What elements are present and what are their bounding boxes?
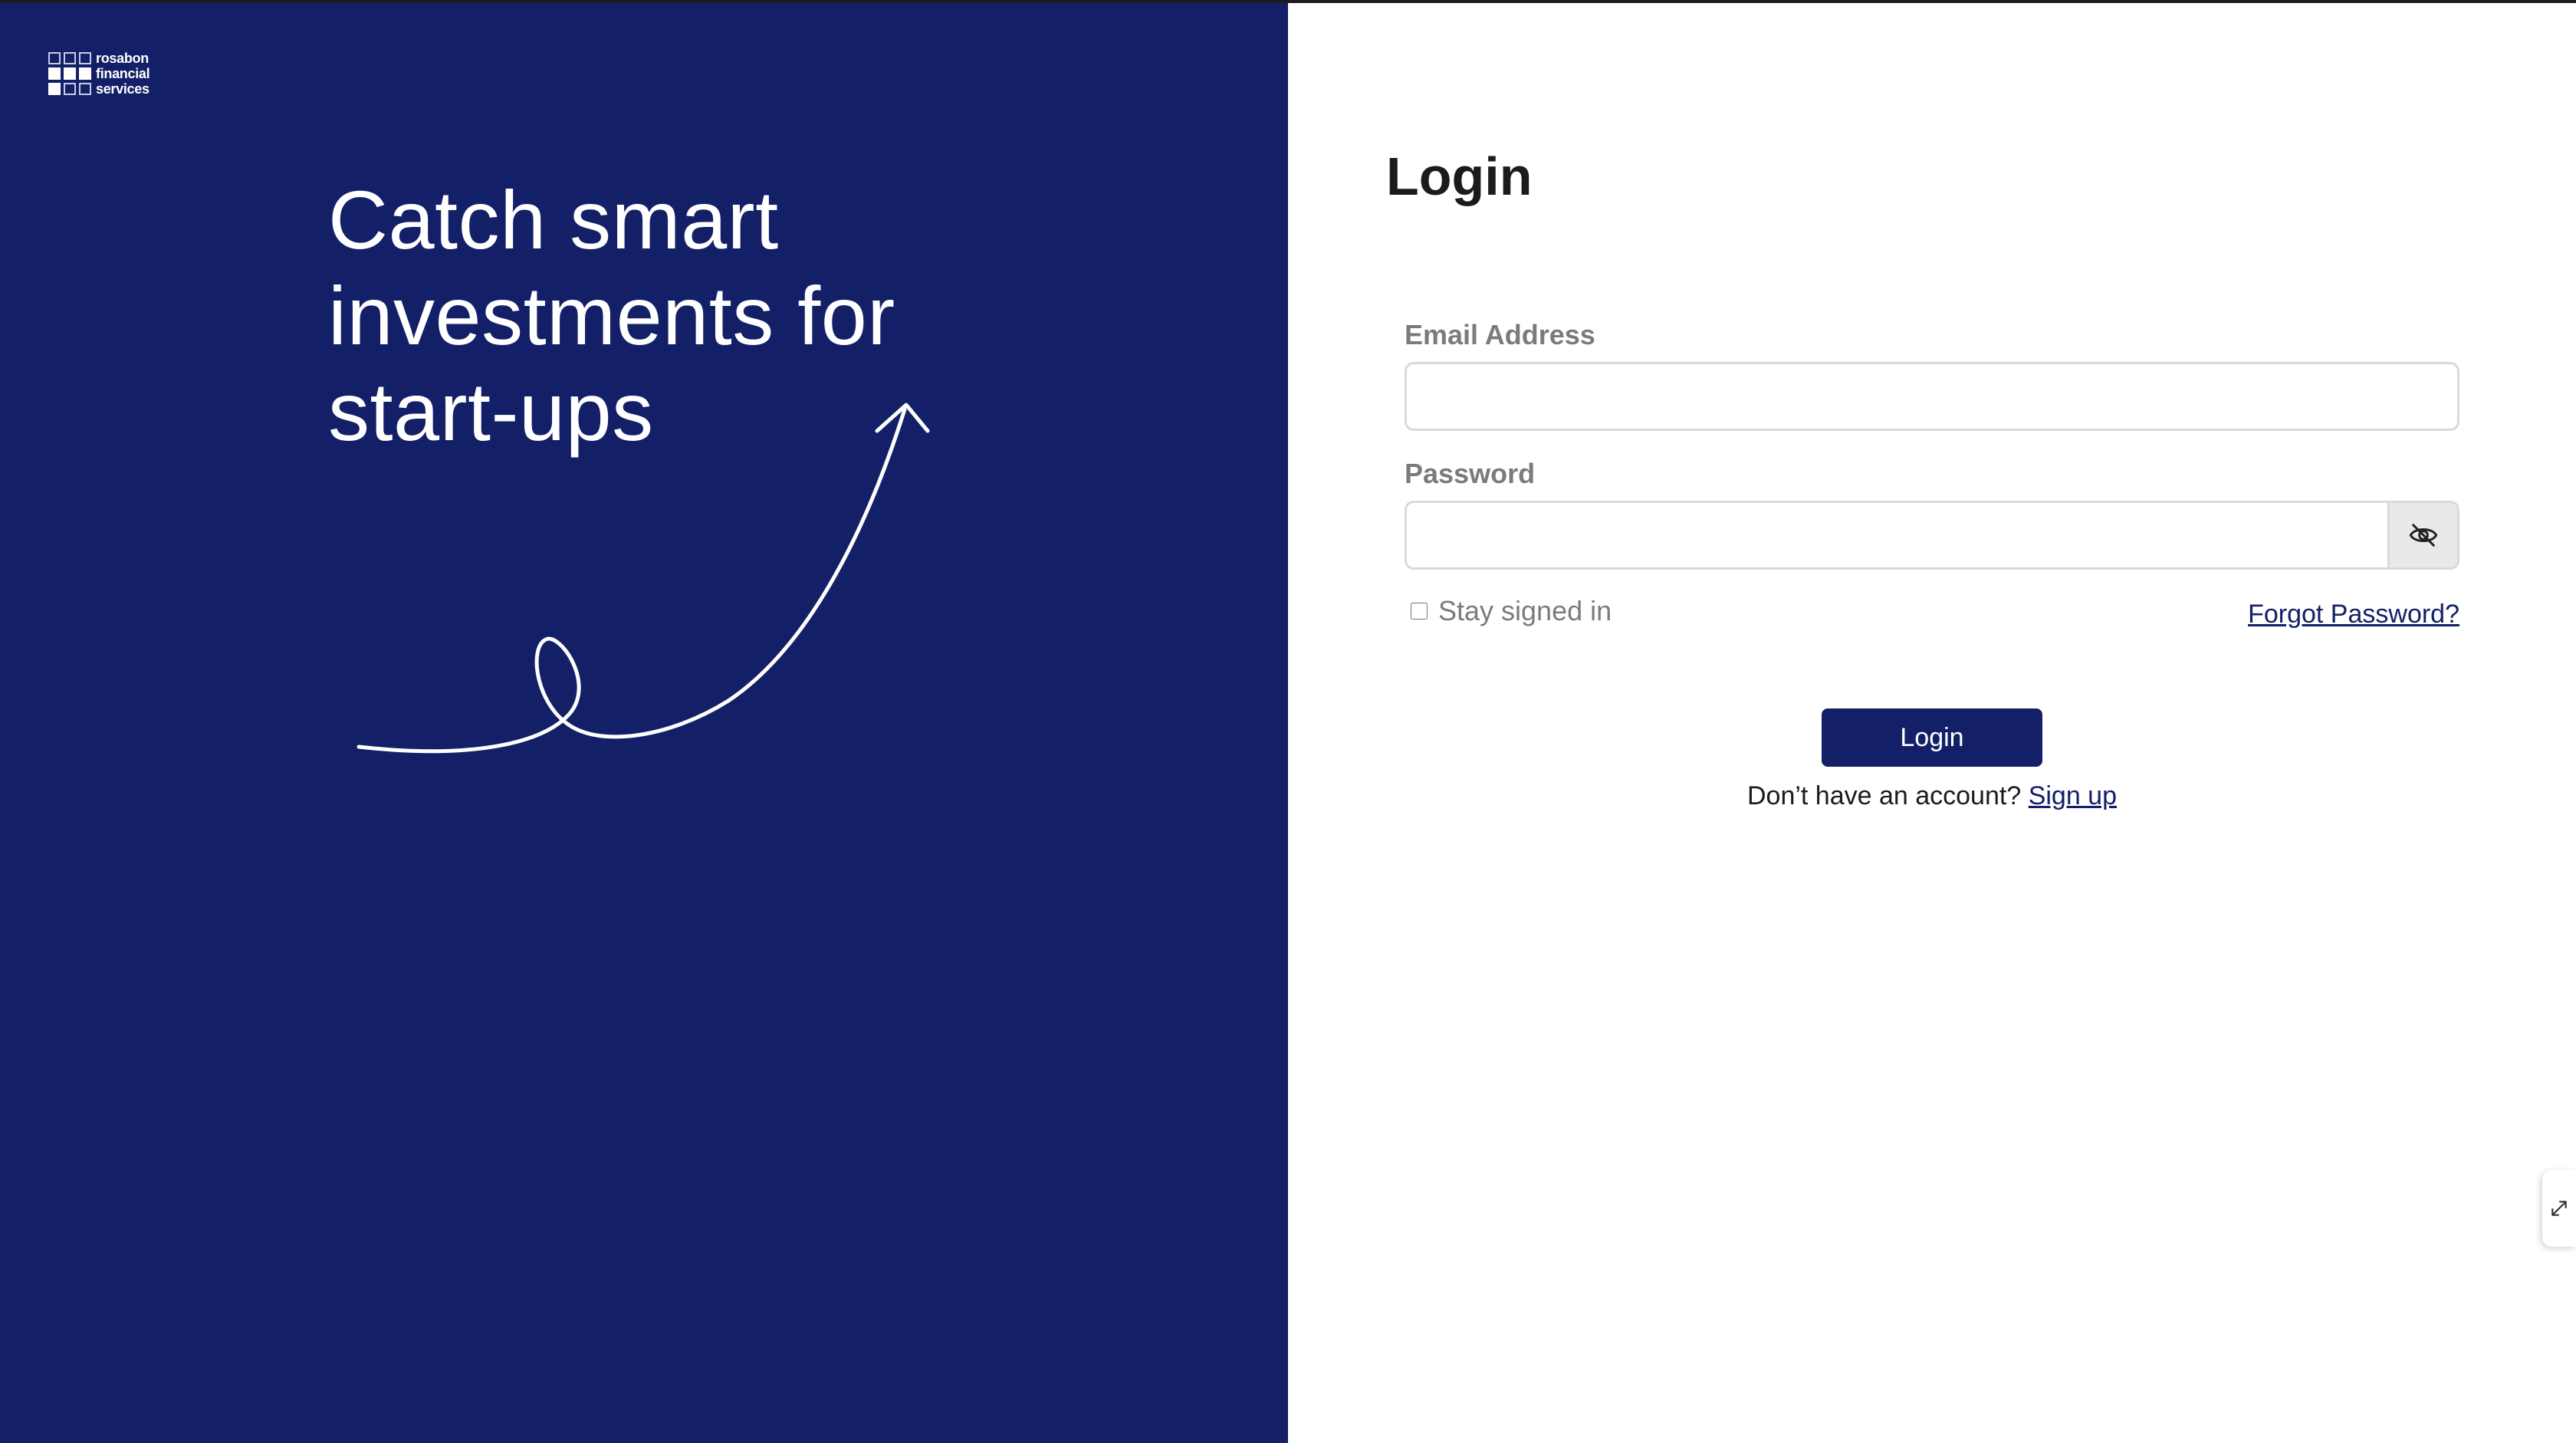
eye-off-icon	[2409, 524, 2438, 547]
login-panel: Login Email Address Password Stay signed…	[1288, 3, 2576, 1443]
curly-arrow-icon	[356, 403, 930, 754]
logo-line: rosabon	[96, 51, 149, 66]
stay-signed-in-label: Stay signed in	[1438, 595, 1612, 626]
hero-headline-line: investments for	[328, 269, 895, 362]
logo-line: financial	[96, 66, 150, 81]
signup-prompt-text: Don’t have an account?	[1746, 781, 2022, 810]
login-button[interactable]: Login	[1822, 708, 2042, 767]
email-label: Email Address	[1405, 319, 1595, 350]
password-label: Password	[1405, 458, 1536, 489]
password-visibility-toggle[interactable]	[2387, 503, 2457, 567]
logo-wordmark: rosabon financial services	[96, 51, 150, 97]
expand-diagonal-icon	[2551, 1201, 2567, 1216]
password-field-group	[1405, 501, 2459, 570]
page-title: Login	[1386, 146, 1533, 206]
forgot-password-link[interactable]: Forgot Password?	[2248, 600, 2459, 629]
stay-signed-in-option[interactable]: Stay signed in	[1411, 595, 1612, 627]
side-widget-tab[interactable]	[2542, 1170, 2576, 1247]
brand-panel: rosabon financial services Catch smart i…	[0, 3, 1288, 1443]
signup-prompt-line: Don’t have an account? Sign up	[1288, 781, 2576, 811]
company-logo[interactable]: rosabon financial services	[48, 51, 150, 97]
grid-logo-icon	[48, 52, 91, 95]
email-field[interactable]	[1405, 362, 2459, 431]
signup-link[interactable]: Sign up	[2029, 781, 2117, 810]
password-field[interactable]	[1407, 503, 2387, 567]
stay-signed-in-checkbox[interactable]	[1411, 603, 1428, 620]
logo-line: services	[96, 81, 150, 97]
hero-headline-line: Catch smart	[328, 173, 779, 266]
